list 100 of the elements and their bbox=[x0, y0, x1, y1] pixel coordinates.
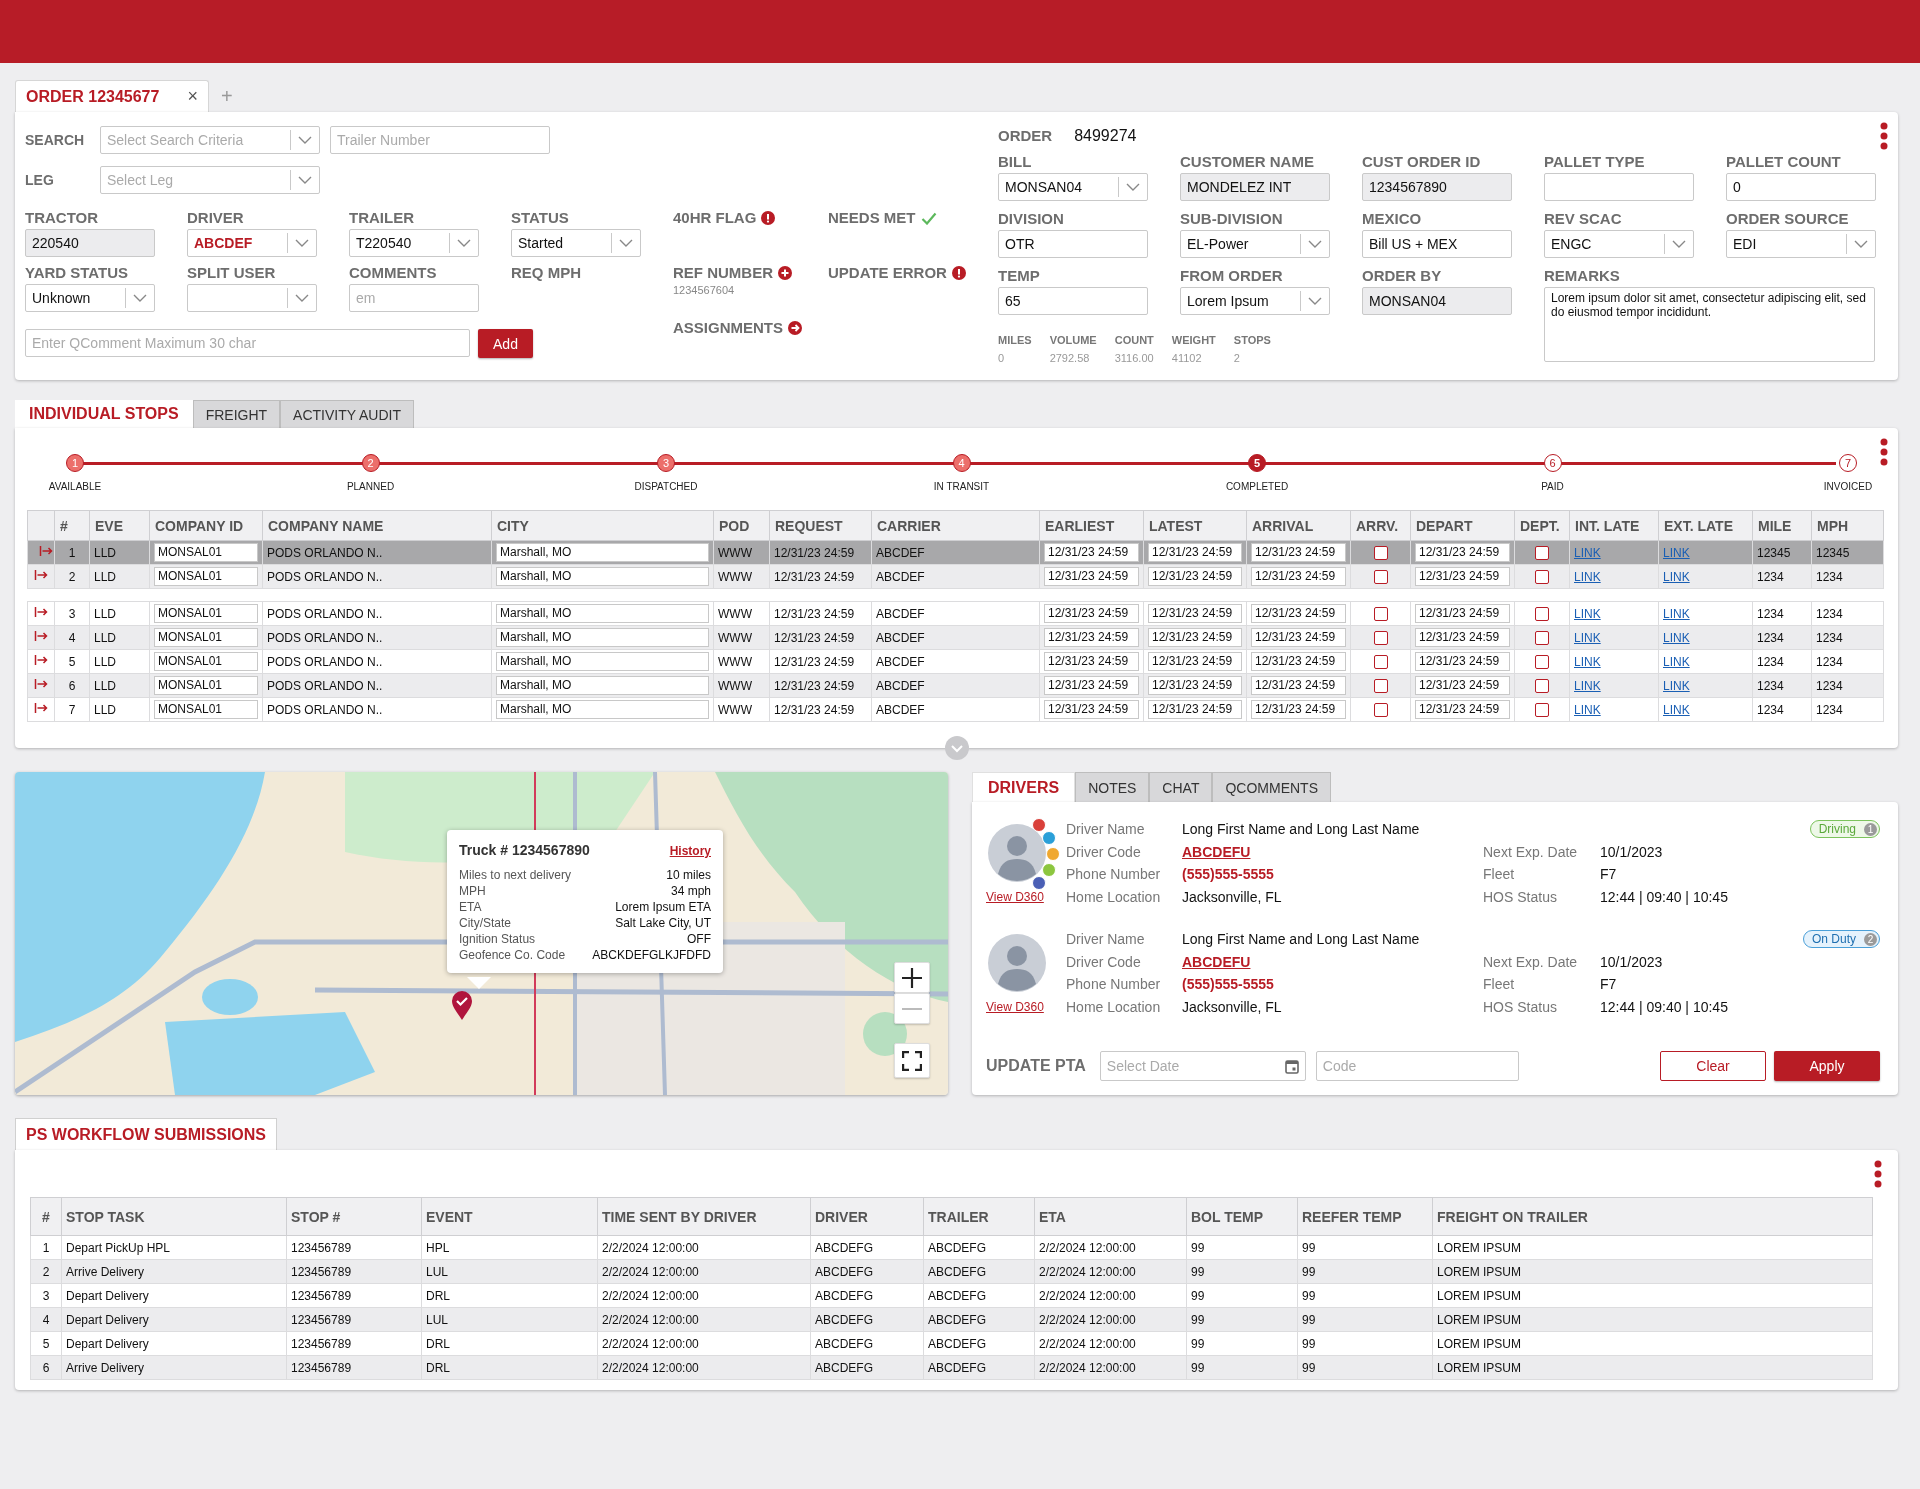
map-pin-icon[interactable] bbox=[451, 990, 473, 1020]
cell-field[interactable]: 12/31/23 24:59 bbox=[1415, 628, 1510, 647]
select-field[interactable] bbox=[187, 284, 317, 312]
checkbox[interactable] bbox=[1373, 702, 1388, 717]
select-field[interactable]: EL-Power bbox=[1180, 230, 1330, 258]
cell-field[interactable]: 12/31/23 24:59 bbox=[1148, 567, 1242, 586]
checkbox[interactable] bbox=[1373, 606, 1388, 621]
link[interactable]: LINK bbox=[1574, 569, 1601, 584]
cell-field[interactable]: MONSAL01 bbox=[154, 567, 258, 586]
link[interactable]: LINK bbox=[1574, 702, 1601, 717]
tab[interactable]: DRIVERS bbox=[972, 772, 1076, 802]
cell-field[interactable]: 12/31/23 24:59 bbox=[1251, 676, 1346, 695]
input-field[interactable]: Enter QComment Maximum 30 char bbox=[25, 329, 470, 357]
more-options-icon[interactable] bbox=[1880, 438, 1888, 466]
cell-field[interactable]: MONSAL01 bbox=[154, 604, 258, 623]
link[interactable]: LINK bbox=[1663, 654, 1690, 669]
select-field[interactable]: Unknown bbox=[25, 284, 155, 312]
fullscreen-button[interactable] bbox=[894, 1043, 930, 1078]
arrow-right-icon[interactable] bbox=[788, 321, 802, 335]
link[interactable]: View D360 bbox=[986, 890, 1044, 904]
cell-field[interactable]: 12/31/23 24:59 bbox=[1251, 567, 1346, 586]
checkbox[interactable] bbox=[1535, 678, 1549, 693]
apply-button[interactable]: Apply bbox=[1774, 1051, 1880, 1081]
cell-field[interactable]: Marshall, MO bbox=[496, 604, 709, 623]
checkbox[interactable] bbox=[1373, 545, 1388, 560]
cell-field[interactable]: 12/31/23 24:59 bbox=[1415, 543, 1510, 562]
checkbox[interactable] bbox=[1373, 569, 1388, 584]
link[interactable]: LINK bbox=[1663, 702, 1690, 717]
cell-field[interactable]: 12/31/23 24:59 bbox=[1148, 604, 1242, 623]
link[interactable]: History bbox=[669, 844, 711, 858]
select-field[interactable]: ABCDEF bbox=[187, 229, 317, 257]
row-arrow-icon[interactable] bbox=[34, 702, 48, 714]
checkbox[interactable] bbox=[1373, 654, 1388, 669]
checkbox[interactable] bbox=[1535, 545, 1549, 560]
cell-field[interactable]: 12/31/23 24:59 bbox=[1251, 652, 1346, 671]
cell-field[interactable]: MONSAL01 bbox=[154, 652, 258, 671]
cell-field[interactable]: MONSAL01 bbox=[154, 628, 258, 647]
row-arrow-icon[interactable] bbox=[34, 654, 48, 666]
remarks-field[interactable]: Lorem ipsum dolor sit amet, consectetur adipiscing elit, sed do eiusmod tempor incididunt. bbox=[1544, 287, 1875, 362]
select-field[interactable]: ENGC bbox=[1544, 230, 1694, 258]
link[interactable]: View D360 bbox=[986, 1000, 1044, 1014]
tab[interactable]: NOTES bbox=[1075, 772, 1150, 802]
tab[interactable]: QCOMMENTS bbox=[1212, 772, 1331, 802]
cell-field[interactable]: Marshall, MO bbox=[496, 676, 709, 695]
cell-field[interactable]: 12/31/23 24:59 bbox=[1148, 652, 1242, 671]
cell-field[interactable]: 12/31/23 24:59 bbox=[1148, 628, 1242, 647]
cell-field[interactable]: Marshall, MO bbox=[496, 700, 709, 719]
tab[interactable]: INDIVIDUAL STOPS bbox=[15, 400, 193, 428]
cell-field[interactable]: 12/31/23 24:59 bbox=[1148, 700, 1242, 719]
tab[interactable]: CHAT bbox=[1149, 772, 1213, 802]
cell-field[interactable]: Marshall, MO bbox=[496, 628, 709, 647]
input-field[interactable]: OTR bbox=[998, 230, 1148, 258]
checkbox[interactable] bbox=[1535, 606, 1549, 621]
cell-field[interactable]: 12/31/23 24:59 bbox=[1251, 543, 1346, 562]
row-arrow-icon[interactable] bbox=[34, 678, 48, 690]
tab[interactable]: ACTIVITY AUDIT bbox=[280, 400, 414, 428]
cell-field[interactable]: MONSAL01 bbox=[154, 543, 258, 562]
select-field[interactable]: MONSAN04 bbox=[998, 173, 1148, 201]
cell-field[interactable]: 12/31/23 24:59 bbox=[1044, 676, 1139, 695]
checkbox[interactable] bbox=[1373, 678, 1388, 693]
add-button[interactable]: Add bbox=[478, 329, 533, 358]
more-options-icon[interactable] bbox=[1880, 122, 1888, 150]
cell-field[interactable]: 12/31/23 24:59 bbox=[1044, 567, 1139, 586]
input-field[interactable]: 0 bbox=[1726, 173, 1876, 201]
cell-field[interactable]: 12/31/23 24:59 bbox=[1044, 700, 1139, 719]
cell-field[interactable]: 12/31/23 24:59 bbox=[1415, 604, 1510, 623]
input-field[interactable]: Code bbox=[1315, 1051, 1519, 1081]
checkbox[interactable] bbox=[1535, 654, 1549, 669]
select-field[interactable]: EDI bbox=[1726, 230, 1876, 258]
cell-field[interactable]: 12/31/23 24:59 bbox=[1415, 567, 1510, 586]
checkbox[interactable] bbox=[1535, 630, 1549, 645]
select-field[interactable]: Lorem Ipsum bbox=[1180, 287, 1330, 315]
checkbox[interactable] bbox=[1535, 702, 1549, 717]
row-arrow-icon[interactable] bbox=[34, 630, 48, 642]
link[interactable]: ABCDEFU bbox=[1182, 953, 1483, 970]
cell-field[interactable]: 12/31/23 24:59 bbox=[1044, 652, 1139, 671]
cell-field[interactable]: 12/31/23 24:59 bbox=[1415, 676, 1510, 695]
link[interactable]: LINK bbox=[1663, 606, 1690, 621]
link[interactable]: LINK bbox=[1663, 569, 1690, 584]
input-field[interactable]: 65 bbox=[998, 287, 1148, 315]
cell-field[interactable]: MONSAL01 bbox=[154, 700, 258, 719]
cell-field[interactable]: 12/31/23 24:59 bbox=[1044, 604, 1139, 623]
cell-field[interactable]: Marshall, MO bbox=[496, 652, 709, 671]
checkbox[interactable] bbox=[1535, 569, 1549, 584]
link[interactable]: ABCDEFU bbox=[1182, 843, 1483, 860]
more-options-icon[interactable] bbox=[1874, 1160, 1882, 1188]
cell-field[interactable]: 12/31/23 24:59 bbox=[1251, 628, 1346, 647]
cell-field[interactable]: 12/31/23 24:59 bbox=[1251, 700, 1346, 719]
cell-field[interactable]: Marshall, MO bbox=[496, 543, 709, 562]
clear-button[interactable]: Clear bbox=[1660, 1051, 1766, 1081]
cell-field[interactable]: 12/31/23 24:59 bbox=[1044, 543, 1139, 562]
input-field[interactable]: em bbox=[349, 284, 479, 312]
link[interactable]: LINK bbox=[1663, 678, 1690, 693]
tab[interactable]: FREIGHT bbox=[192, 400, 281, 428]
cell-field[interactable]: 12/31/23 24:59 bbox=[1251, 604, 1346, 623]
row-arrow-icon[interactable] bbox=[34, 606, 48, 618]
cell-field[interactable]: 12/31/23 24:59 bbox=[1148, 543, 1242, 562]
link[interactable]: LINK bbox=[1574, 606, 1601, 621]
cell-field[interactable]: Marshall, MO bbox=[496, 567, 709, 586]
cell-field[interactable]: MONSAL01 bbox=[154, 676, 258, 695]
